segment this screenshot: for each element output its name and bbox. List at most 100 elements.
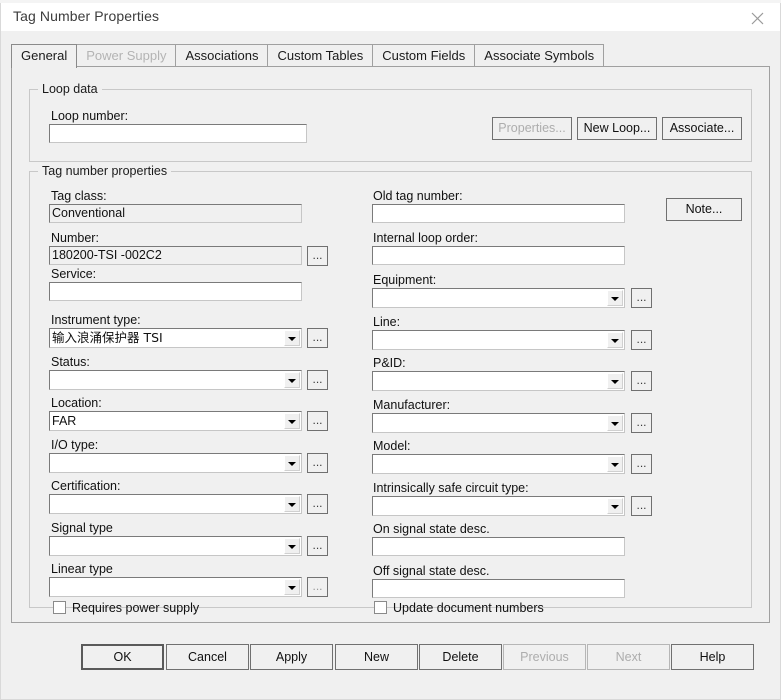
tag-number-properties-dialog: Tag Number Properties General Power Suppl… bbox=[0, 3, 781, 700]
ok-button-label: OK bbox=[113, 650, 132, 664]
loop-number-input[interactable] bbox=[49, 124, 307, 143]
apply-button-label: Apply bbox=[275, 650, 308, 664]
help-button[interactable]: Help bbox=[671, 644, 754, 670]
on-signal-state-desc-input[interactable] bbox=[372, 537, 625, 556]
line-label: Line: bbox=[373, 315, 401, 329]
chevron-down-icon[interactable] bbox=[284, 413, 300, 429]
requires-power-supply-checkbox[interactable] bbox=[53, 601, 66, 614]
i-o-type-browse-button[interactable]: ... bbox=[307, 453, 328, 473]
chevron-down-icon[interactable] bbox=[284, 372, 300, 388]
linear-type-label: Linear type bbox=[51, 562, 113, 576]
tab-general[interactable]: General bbox=[11, 44, 78, 68]
signal-type-browse-button[interactable]: ... bbox=[307, 536, 328, 556]
tag-number-properties-group-title: Tag number properties bbox=[38, 164, 172, 178]
line-browse-button[interactable]: ... bbox=[631, 330, 652, 350]
instrument-type-combobox[interactable]: 输入浪涌保护器 TSI bbox=[49, 328, 302, 348]
apply-button[interactable]: Apply bbox=[250, 644, 333, 670]
intrinsically-safe-circuit-type-browse-button[interactable]: ... bbox=[631, 496, 652, 516]
previous-button: Previous bbox=[503, 644, 586, 670]
model-label: Model: bbox=[373, 439, 411, 453]
certification-browse-button[interactable]: ... bbox=[307, 494, 328, 514]
chevron-down-icon[interactable] bbox=[607, 332, 623, 348]
loop-properties-button[interactable]: Properties... bbox=[492, 117, 572, 140]
note-button[interactable]: Note... bbox=[666, 198, 742, 221]
signal-type-combobox[interactable] bbox=[49, 536, 302, 556]
instrument-type-label: Instrument type: bbox=[51, 313, 141, 327]
location-combobox[interactable]: FAR bbox=[49, 411, 302, 431]
model-combobox[interactable] bbox=[372, 454, 625, 474]
manufacturer-combobox[interactable] bbox=[372, 413, 625, 433]
line-combobox[interactable] bbox=[372, 330, 625, 350]
chevron-down-icon[interactable] bbox=[284, 538, 300, 554]
tab-custom-tables[interactable]: Custom Tables bbox=[267, 44, 374, 67]
chevron-down-icon[interactable] bbox=[607, 290, 623, 306]
delete-button[interactable]: Delete bbox=[419, 644, 502, 670]
p-id-label: P&ID: bbox=[373, 356, 406, 370]
tab-associate-symbols[interactable]: Associate Symbols bbox=[474, 44, 605, 67]
status-browse-button[interactable]: ... bbox=[307, 370, 328, 390]
tab-strip: General Power Supply Associations Custom Ta… bbox=[11, 44, 770, 68]
status-label: Status: bbox=[51, 355, 90, 369]
number-input[interactable]: 180200-TSI -002C2 bbox=[49, 246, 302, 265]
new-button-label: New bbox=[363, 650, 389, 664]
number-label: Number: bbox=[51, 231, 99, 245]
tab-associations[interactable]: Associations bbox=[175, 44, 269, 67]
update-document-numbers-label: Update document numbers bbox=[393, 601, 544, 615]
loop-data-group-title: Loop data bbox=[38, 82, 102, 96]
chevron-down-icon[interactable] bbox=[607, 456, 623, 472]
chevron-down-icon[interactable] bbox=[607, 415, 623, 431]
close-button[interactable] bbox=[735, 3, 780, 31]
status-combobox[interactable] bbox=[49, 370, 302, 390]
next-button: Next bbox=[587, 644, 670, 670]
equipment-browse-button[interactable]: ... bbox=[631, 288, 652, 308]
location-browse-button[interactable]: ... bbox=[307, 411, 328, 431]
p-id-browse-button[interactable]: ... bbox=[631, 371, 652, 391]
note-button-label: Note... bbox=[685, 202, 723, 216]
tab-label: Custom Fields bbox=[382, 48, 466, 63]
tag-class-input[interactable]: Conventional bbox=[49, 204, 302, 223]
associate-loop-button-label: Associate... bbox=[669, 121, 735, 135]
p-id-combobox[interactable] bbox=[372, 371, 625, 391]
internal-loop-order-input[interactable] bbox=[372, 246, 625, 265]
delete-button-label: Delete bbox=[442, 650, 479, 664]
cancel-button[interactable]: Cancel bbox=[166, 644, 249, 670]
tab-label: Associations bbox=[185, 48, 259, 63]
update-document-numbers-checkbox[interactable] bbox=[374, 601, 387, 614]
new-button[interactable]: New bbox=[335, 644, 418, 670]
title-bar: Tag Number Properties bbox=[1, 3, 780, 31]
intrinsically-safe-circuit-type-label: Intrinsically safe circuit type: bbox=[373, 481, 529, 495]
new-loop-button[interactable]: New Loop... bbox=[577, 117, 657, 140]
chevron-down-icon[interactable] bbox=[284, 330, 300, 346]
tab-label: Associate Symbols bbox=[484, 48, 595, 63]
off-signal-state-desc-input[interactable] bbox=[372, 579, 625, 598]
tab-custom-fields[interactable]: Custom Fields bbox=[372, 44, 476, 67]
old-tag-number-input[interactable] bbox=[372, 204, 625, 223]
tab-power-supply: Power Supply bbox=[76, 44, 177, 67]
next-button-label: Next bbox=[615, 650, 642, 664]
linear-type-browse-button[interactable]: ... bbox=[307, 577, 328, 597]
manufacturer-browse-button[interactable]: ... bbox=[631, 413, 652, 433]
ok-button[interactable]: OK bbox=[81, 644, 164, 670]
chevron-down-icon[interactable] bbox=[607, 498, 623, 514]
certification-label: Certification: bbox=[51, 479, 121, 493]
model-browse-button[interactable]: ... bbox=[631, 454, 652, 474]
equipment-combobox[interactable] bbox=[372, 288, 625, 308]
linear-type-combobox[interactable] bbox=[49, 577, 302, 597]
i-o-type-label: I/O type: bbox=[51, 438, 99, 452]
chevron-down-icon[interactable] bbox=[607, 373, 623, 389]
location-value: FAR bbox=[52, 414, 77, 428]
chevron-down-icon[interactable] bbox=[284, 496, 300, 512]
previous-button-label: Previous bbox=[520, 650, 569, 664]
tag-class-label: Tag class: bbox=[51, 189, 107, 203]
instrument-type-browse-button[interactable]: ... bbox=[307, 328, 328, 348]
old-tag-number-label: Old tag number: bbox=[373, 189, 463, 203]
service-input[interactable] bbox=[49, 282, 302, 301]
service-label: Service: bbox=[51, 267, 97, 281]
chevron-down-icon[interactable] bbox=[284, 579, 300, 595]
associate-loop-button[interactable]: Associate... bbox=[662, 117, 742, 140]
chevron-down-icon[interactable] bbox=[284, 455, 300, 471]
intrinsically-safe-circuit-type-combobox[interactable] bbox=[372, 496, 625, 516]
i-o-type-combobox[interactable] bbox=[49, 453, 302, 473]
number-browse-button[interactable]: ... bbox=[307, 246, 328, 266]
certification-combobox[interactable] bbox=[49, 494, 302, 514]
